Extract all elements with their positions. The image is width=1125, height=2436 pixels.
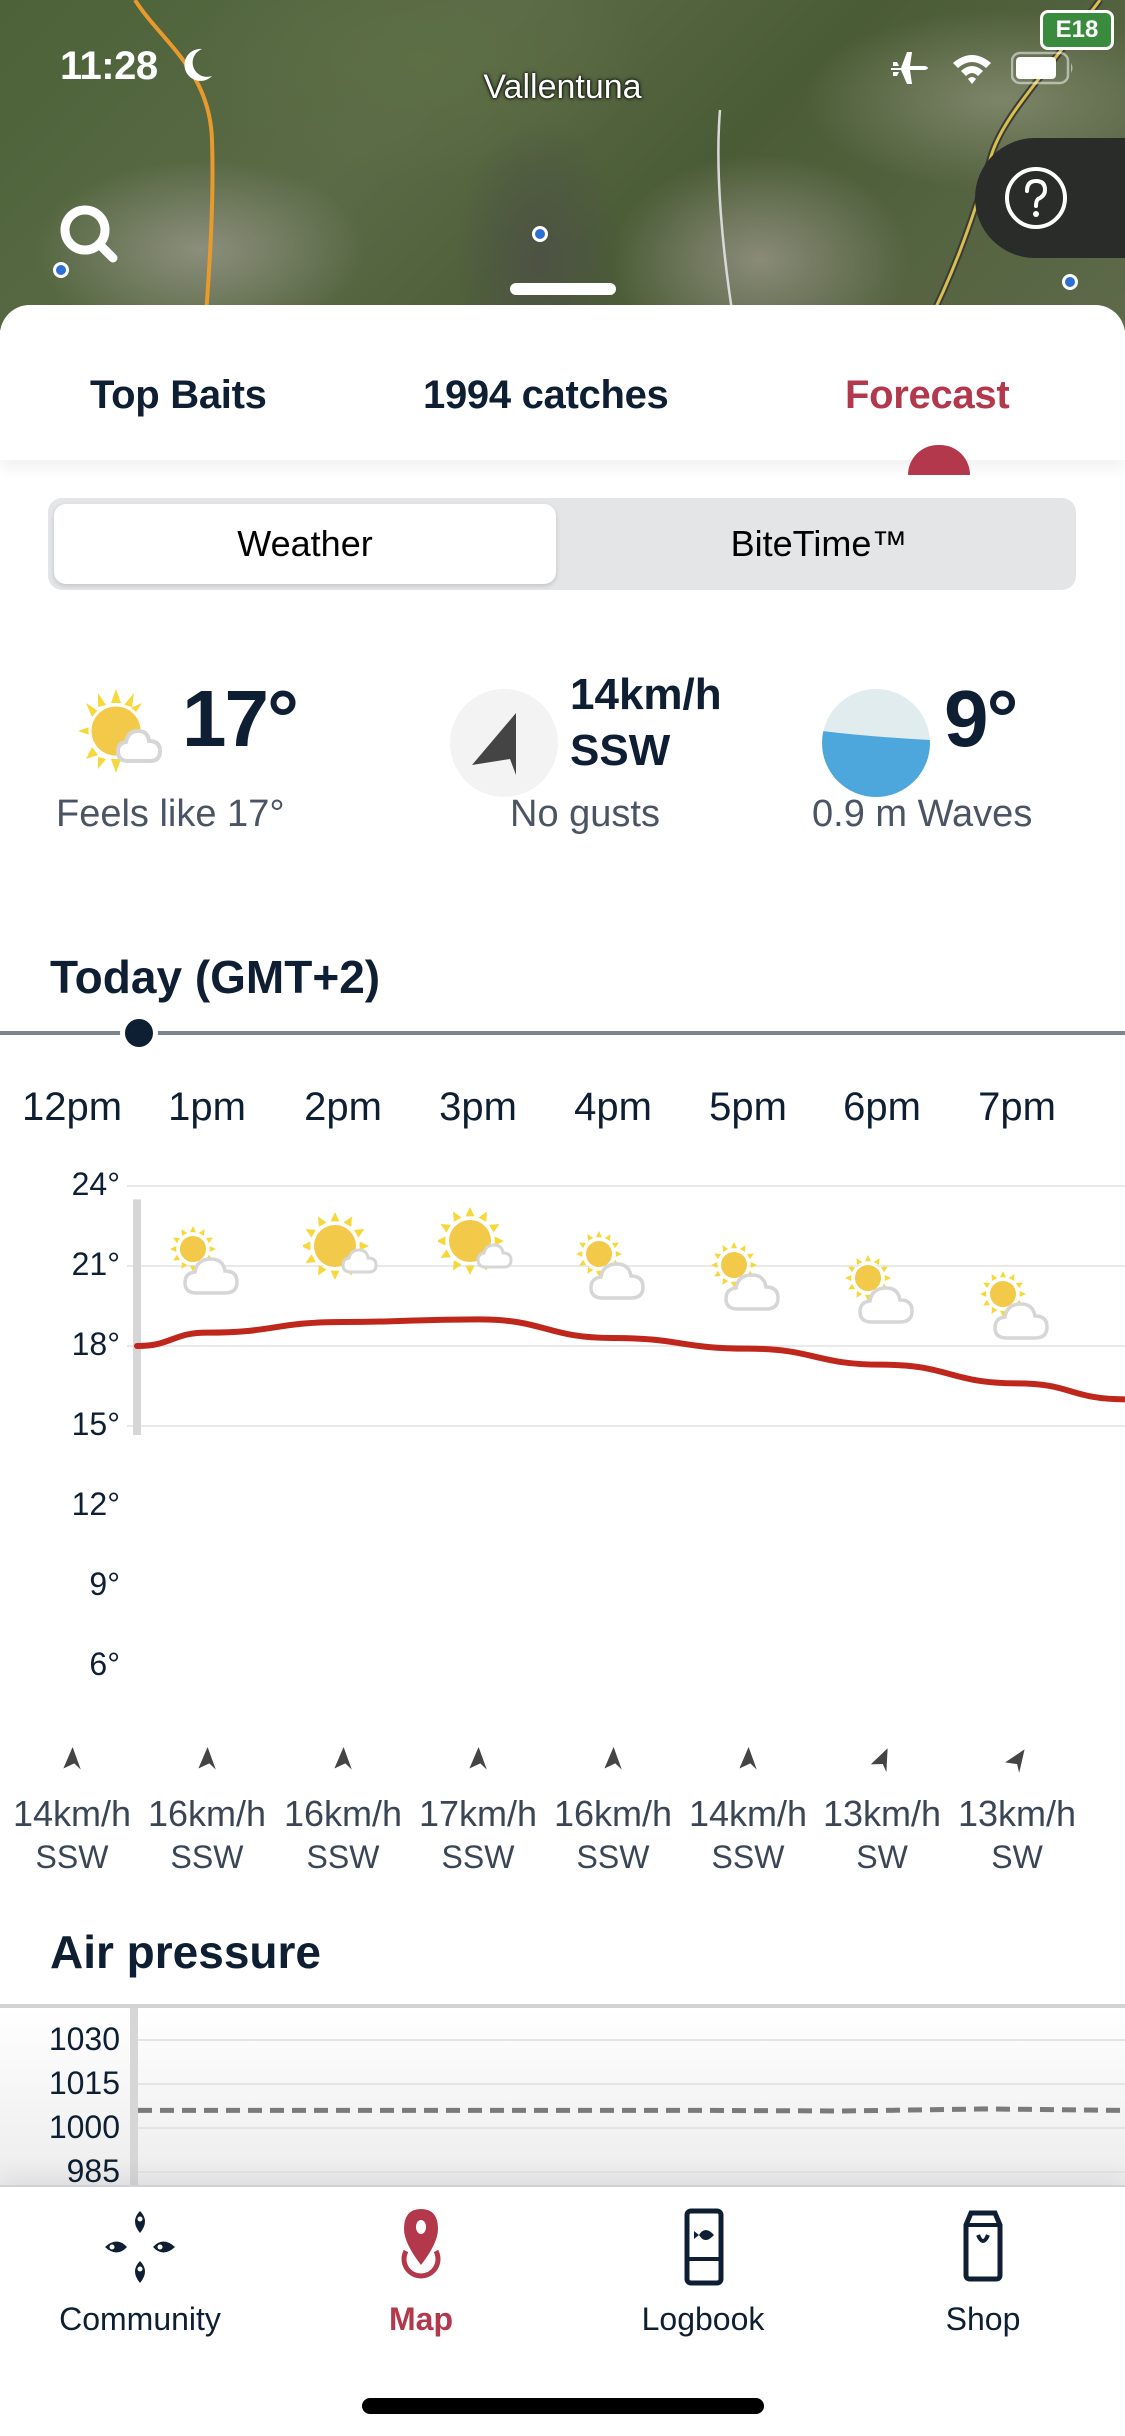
wind-direction: SW xyxy=(991,1839,1043,1875)
temperature-y-tick: 24° xyxy=(71,1166,120,1202)
nav-map[interactable]: Map xyxy=(321,2207,521,2338)
nav-map-label: Map xyxy=(389,2301,453,2337)
map-catch-marker[interactable] xyxy=(532,226,548,242)
wind-direction: SSW xyxy=(35,1839,109,1875)
temperature-axis-bar xyxy=(133,1199,141,1435)
tab-forecast[interactable]: Forecast xyxy=(845,373,1010,418)
mostly-sunny-icon xyxy=(303,1212,378,1280)
help-circle-icon xyxy=(1005,167,1067,229)
wind-arrow-icon xyxy=(198,1747,216,1770)
day-timeline xyxy=(0,1031,1125,1035)
search-icon[interactable] xyxy=(55,200,125,270)
hour-label[interactable]: 2pm xyxy=(304,1085,382,1130)
temperature-y-tick: 12° xyxy=(71,1486,120,1522)
sheet-drag-handle[interactable] xyxy=(510,283,616,295)
pressure-y-tick: 1015 xyxy=(48,2065,120,2101)
map-catch-marker[interactable] xyxy=(53,262,69,278)
wind-direction: SSW xyxy=(711,1839,785,1875)
mostly-sunny-icon xyxy=(438,1206,513,1275)
hourly-wind: 11W xyxy=(1080,1745,1125,1876)
temperature-y-tick: 21° xyxy=(71,1246,120,1282)
map-catch-marker[interactable] xyxy=(1062,274,1078,290)
nav-community[interactable]: Community xyxy=(40,2207,240,2338)
wind-arrow-icon xyxy=(334,1747,352,1770)
hour-label[interactable]: 12pm xyxy=(22,1085,122,1130)
wind-arrow-icon xyxy=(1005,1749,1025,1773)
wind-arrow-icon xyxy=(63,1747,81,1770)
nav-community-label: Community xyxy=(59,2301,221,2337)
map-pin-icon xyxy=(401,2209,441,2279)
hour-label[interactable]: 4pm xyxy=(574,1085,652,1130)
partly-cloudy-icon xyxy=(170,1225,239,1295)
nav-logbook-label: Logbook xyxy=(641,2301,765,2337)
wind-arrow-icon xyxy=(604,1747,622,1770)
nav-shop[interactable]: Shop xyxy=(883,2207,1083,2338)
road-shield-e18: E18 xyxy=(1040,10,1114,50)
temperature-y-tick: 9° xyxy=(89,1566,120,1602)
active-tab-indicator xyxy=(908,445,970,475)
timeline-scrubber[interactable] xyxy=(120,1014,158,1052)
wind-direction: SSW xyxy=(306,1839,380,1875)
temperature-y-tick: 18° xyxy=(71,1326,120,1362)
map-place-label[interactable]: Vallentuna xyxy=(0,68,1125,107)
wind-arrow-icon xyxy=(870,1748,888,1773)
hour-label[interactable]: 1pm xyxy=(168,1085,246,1130)
air-pressure-title: Air pressure xyxy=(50,1926,322,1978)
wind-direction: SSW xyxy=(170,1839,244,1875)
nav-shop-label: Shop xyxy=(945,2301,1021,2337)
air-pressure-chart xyxy=(0,2008,1125,2185)
home-indicator[interactable] xyxy=(362,2398,764,2414)
partly-cloudy-icon xyxy=(845,1255,914,1324)
hour-label[interactable]: 6pm xyxy=(843,1085,921,1130)
forecast-scroll-area[interactable]: 12pm1pm2pm3pm4pm5pm6pm7pm8 24°21°18°15°1… xyxy=(0,305,1125,2185)
map-view[interactable]: 11:28 E18 Vallentuna xyxy=(0,0,1125,330)
pressure-y-tick: 985 xyxy=(66,2153,120,2185)
wind-speed: 11 xyxy=(1060,1793,1125,1835)
wind-direction: W xyxy=(1080,1839,1125,1876)
pressure-y-tick: 1030 xyxy=(48,2021,120,2057)
shopping-bag-icon xyxy=(963,2210,1003,2282)
temperature-y-tick: 6° xyxy=(89,1646,120,1682)
community-fish-icon xyxy=(105,2211,175,2283)
nav-logbook[interactable]: Logbook xyxy=(603,2207,803,2338)
wind-direction: SSW xyxy=(441,1839,515,1875)
hour-label[interactable]: 7pm xyxy=(978,1085,1056,1130)
wind-arrow-icon xyxy=(739,1747,757,1770)
tab-catches[interactable]: 1994 catches xyxy=(423,373,669,418)
logbook-icon xyxy=(684,2208,724,2286)
partly-cloudy-icon xyxy=(711,1241,780,1311)
wind-direction: SSW xyxy=(576,1839,650,1875)
wind-direction: SW xyxy=(856,1839,908,1875)
hour-label[interactable]: 5pm xyxy=(709,1085,787,1130)
partly-cloudy-icon xyxy=(980,1271,1049,1340)
tab-top-baits[interactable]: Top Baits xyxy=(90,373,267,418)
pressure-y-tick: 1000 xyxy=(48,2109,120,2145)
temperature-y-tick: 15° xyxy=(71,1406,120,1442)
hour-label[interactable]: 3pm xyxy=(439,1085,517,1130)
sheet-tabs: Top Baits 1994 catches Forecast xyxy=(0,305,1125,475)
pressure-axis-bar xyxy=(130,2008,138,2185)
partly-cloudy-icon xyxy=(576,1231,645,1300)
help-button[interactable] xyxy=(975,138,1125,258)
wind-arrow-icon xyxy=(469,1747,487,1770)
